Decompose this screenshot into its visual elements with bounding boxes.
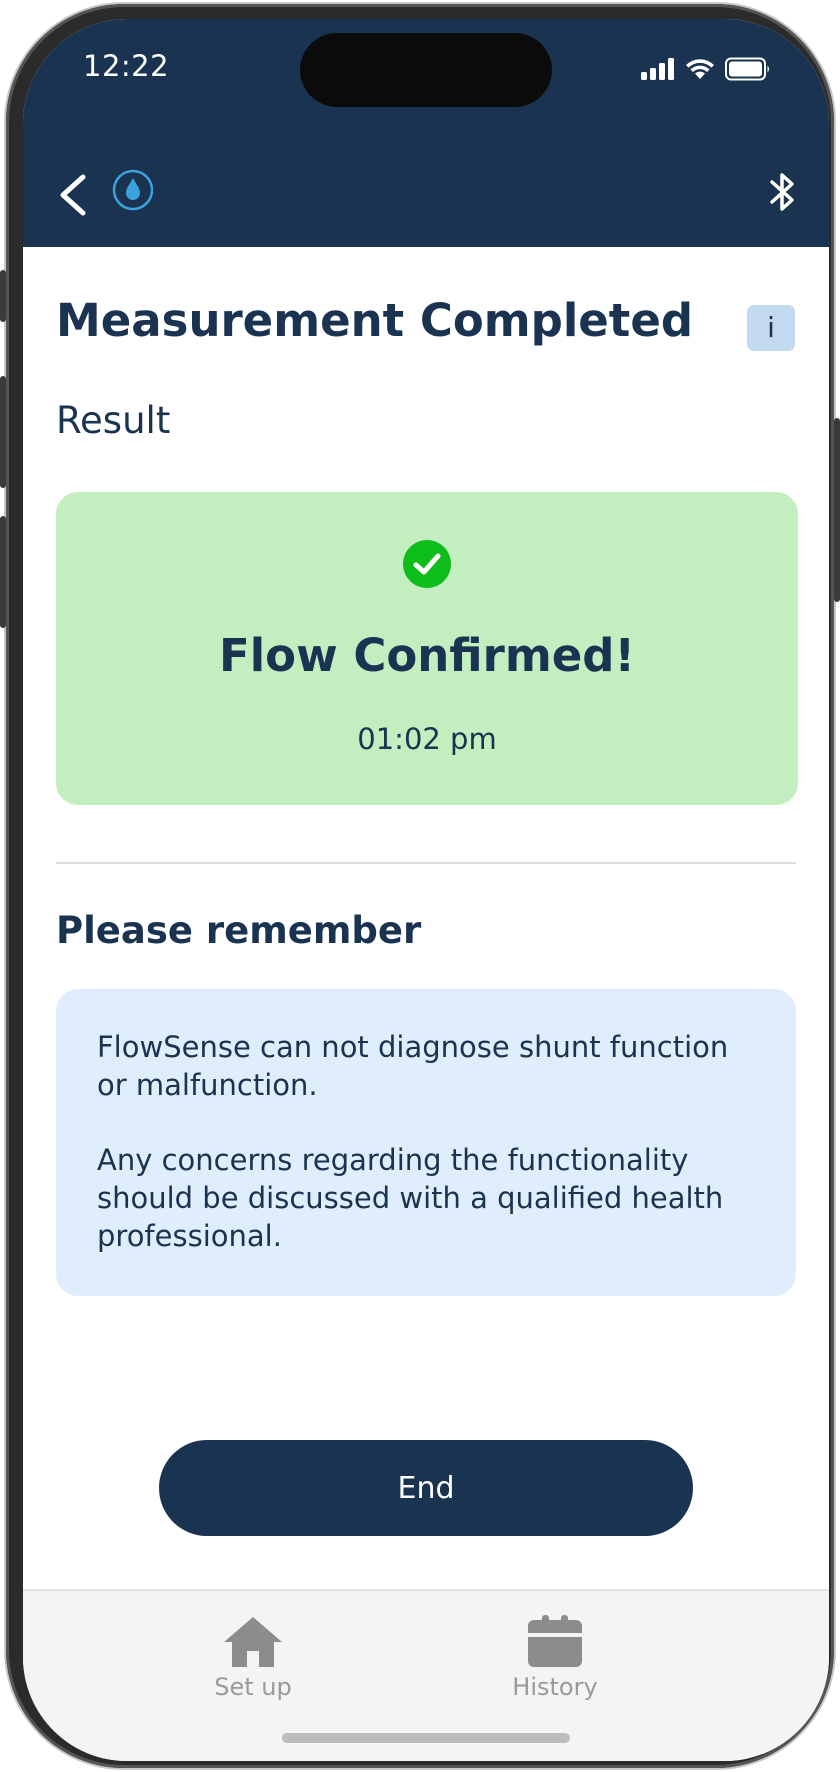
end-button[interactable]: End [159,1440,693,1536]
info-button[interactable]: i [747,305,795,351]
side-button-volume-up [0,376,6,488]
reminder-card: FlowSense can not diagnose shunt functio… [56,989,796,1296]
wifi-icon [686,59,714,79]
dynamic-island [300,33,552,107]
battery-icon [725,57,769,81]
result-status: Flow Confirmed! [219,629,635,682]
reminder-title: Please remember [56,909,422,952]
side-button-volume-down [0,516,6,628]
status-time: 12:22 [83,49,170,83]
home-icon [224,1617,282,1667]
app-screen: 12:22 Measurement Completed i Result Flo… [23,19,829,1761]
side-button-power [834,418,840,602]
tab-set-up[interactable]: Set up [173,1615,333,1701]
water-drop-icon [112,169,154,211]
home-indicator[interactable] [282,1733,570,1743]
reminder-paragraph-1: FlowSense can not diagnose shunt functio… [97,1030,729,1102]
phone-frame: 12:22 Measurement Completed i Result Flo… [0,4,840,1768]
status-icons [641,57,771,81]
app-header: 12:22 [23,19,829,247]
result-section-label: Result [56,399,171,442]
check-circle-icon [403,540,451,588]
calendar-icon [528,1615,582,1667]
section-divider [56,862,796,864]
tab-label-history: History [512,1673,598,1701]
reminder-paragraph-2: Any concerns regarding the functionality… [97,1143,724,1253]
back-button[interactable] [49,169,93,221]
tab-label-set-up: Set up [214,1673,292,1701]
result-time: 01:02 pm [357,722,497,756]
side-button-action [0,270,6,322]
result-card: Flow Confirmed! 01:02 pm [56,492,798,805]
bluetooth-icon[interactable] [765,169,799,215]
cellular-signal-icon [641,58,674,80]
page-title: Measurement Completed [56,294,694,347]
tab-history[interactable]: History [475,1615,635,1701]
